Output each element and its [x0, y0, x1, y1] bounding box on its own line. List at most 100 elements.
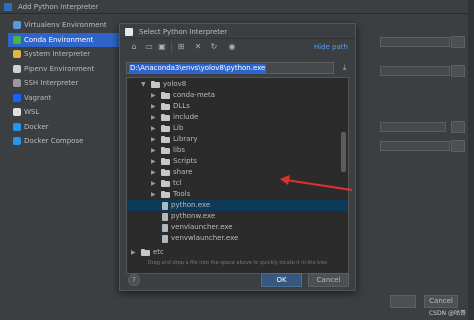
docker-icon — [13, 122, 21, 131]
sidebar-item-system-interpreter[interactable]: System Interpreter — [8, 47, 120, 61]
delete-icon[interactable]: ✕ — [193, 42, 203, 52]
folder-icon — [161, 92, 170, 99]
background-interpreter-select[interactable] — [380, 122, 446, 132]
tree-item-label: pythonw.exe — [171, 212, 216, 220]
conda-icon — [13, 35, 21, 44]
vagrant-icon — [13, 93, 21, 102]
app-icon — [4, 3, 12, 11]
sidebar-item-wsl[interactable]: WSL — [8, 105, 120, 119]
folder-row[interactable]: ▶ Library — [127, 134, 348, 145]
folder-icon — [151, 81, 160, 88]
project-icon[interactable]: ▣ — [157, 42, 167, 52]
folder-row[interactable]: ▶ Lib — [127, 123, 348, 134]
tree-item-label: include — [173, 113, 199, 121]
folder-row[interactable]: ▶ include — [127, 112, 348, 123]
background-base-interpreter-field[interactable] — [380, 66, 450, 76]
folder-icon — [141, 249, 150, 256]
sidebar-item-ssh-interpreter[interactable]: SSH Interpreter — [8, 76, 120, 90]
sidebar-item-label: Pipenv Environment — [24, 64, 95, 73]
expand-down-icon[interactable]: ▼ — [141, 79, 148, 90]
docker-compose-icon — [13, 137, 21, 145]
download-icon[interactable]: ⤓ — [340, 63, 349, 73]
expand-right-icon[interactable]: ▶ — [151, 178, 158, 189]
sidebar-item-conda-environment[interactable]: Conda Environment — [8, 32, 120, 47]
file-row[interactable]: venvwlauncher.exe — [127, 233, 348, 244]
path-value: D:\Anaconda3\envs\yolov8\python.exe — [129, 64, 267, 73]
sidebar-item-label: Docker — [24, 122, 49, 131]
tree-item-label: share — [173, 168, 193, 176]
expand-right-icon[interactable]: ▶ — [151, 156, 158, 167]
home-icon[interactable]: ⌂ — [129, 42, 139, 52]
expand-right-icon[interactable]: ▶ — [151, 167, 158, 178]
folder-row[interactable]: ▶ conda-meta — [127, 90, 348, 101]
ok-button[interactable]: OK — [261, 273, 302, 287]
folder-icon — [161, 158, 170, 165]
sidebar-item-docker[interactable]: Docker — [8, 120, 120, 134]
new-folder-icon[interactable]: ⊞ — [176, 42, 186, 52]
sidebar-item-label: WSL — [24, 108, 40, 116]
sidebar-item-vagrant[interactable]: Vagrant — [8, 91, 120, 105]
exe-file-icon — [162, 213, 168, 221]
file-row[interactable]: python.exe — [127, 200, 348, 211]
path-input[interactable]: D:\Anaconda3\envs\yolov8\python.exe — [126, 62, 334, 74]
file-row[interactable]: venvlauncher.exe — [127, 222, 348, 233]
refresh-icon[interactable]: ↻ — [209, 42, 219, 52]
expand-right-icon[interactable]: ▶ — [131, 247, 138, 258]
folder-icon — [161, 169, 170, 176]
sidebar-item-label: Virtualenv Environment — [24, 21, 107, 29]
sidebar-item-label: System Interpreter — [24, 50, 91, 58]
background-location-field[interactable] — [380, 37, 450, 47]
toolbar-separator — [171, 42, 172, 52]
folder-icon — [161, 136, 170, 143]
tree-item-label: python.exe — [171, 201, 211, 209]
background-browse-button-2[interactable] — [451, 65, 465, 77]
dialog-title: Select Python Interpreter — [139, 28, 228, 36]
cancel-button[interactable]: Cancel — [308, 273, 349, 287]
expand-right-icon[interactable]: ▶ — [151, 189, 158, 200]
terminal-icon — [13, 79, 21, 87]
expand-right-icon[interactable]: ▶ — [151, 90, 158, 101]
tree-scrollbar[interactable] — [341, 132, 346, 172]
folder-icon — [161, 147, 170, 154]
file-chooser-toolbar: ⌂ ▭ ▣ ⊞ ✕ ↻ ◉ Hide path — [120, 40, 355, 54]
folder-row[interactable]: ▶ Scripts — [127, 156, 348, 167]
show-hidden-icon[interactable]: ◉ — [227, 42, 237, 52]
tree-item-label: conda-meta — [173, 91, 215, 99]
folder-icon — [161, 191, 170, 198]
background-conda-browse-button[interactable] — [451, 140, 465, 152]
dialog-titlebar: Select Python Interpreter — [120, 24, 355, 39]
folder-icon — [161, 125, 170, 132]
sidebar-item-pipenv-environment[interactable]: Pipenv Environment — [8, 62, 120, 76]
desktop-icon[interactable]: ▭ — [144, 42, 154, 52]
help-button[interactable]: ? — [128, 274, 140, 286]
folder-row[interactable]: ▼ yolov8 — [127, 79, 348, 90]
folder-row[interactable]: ▶ libs — [127, 145, 348, 156]
expand-right-icon[interactable]: ▶ — [151, 101, 158, 112]
tree-item-label: Tools — [173, 190, 191, 198]
annotation-arrow — [280, 175, 353, 191]
python-icon — [13, 50, 21, 58]
background-browse-button[interactable] — [451, 36, 465, 48]
folder-row[interactable]: ▶ etc — [127, 247, 348, 258]
expand-right-icon[interactable]: ▶ — [151, 123, 158, 134]
file-row[interactable]: pythonw.exe — [127, 211, 348, 222]
sidebar-item-docker-compose[interactable]: Docker Compose — [8, 134, 120, 148]
expand-right-icon[interactable]: ▶ — [151, 134, 158, 145]
hide-path-link[interactable]: Hide path — [314, 43, 348, 51]
exe-file-icon — [162, 224, 168, 232]
sidebar-item-virtualenv-environment[interactable]: Virtualenv Environment — [8, 18, 120, 32]
outer-ok-button[interactable] — [390, 295, 416, 308]
background-conda-executable-field[interactable] — [380, 141, 450, 151]
pycharm-icon — [125, 28, 133, 36]
expand-right-icon[interactable]: ▶ — [151, 145, 158, 156]
expand-right-icon[interactable]: ▶ — [151, 112, 158, 123]
folder-row[interactable]: ▶ DLLs — [127, 101, 348, 112]
outer-cancel-button[interactable]: Cancel — [424, 295, 458, 308]
sidebar-item-label: Vagrant — [24, 93, 52, 102]
tree-item-label: DLLs — [173, 102, 190, 110]
background-interpreter-browse-button[interactable] — [451, 121, 465, 133]
tree-item-label: Scripts — [173, 157, 197, 165]
folder-icon — [161, 180, 170, 187]
tree-item-label: venvwlauncher.exe — [171, 234, 239, 242]
tree-item-label: tcl — [173, 179, 182, 187]
